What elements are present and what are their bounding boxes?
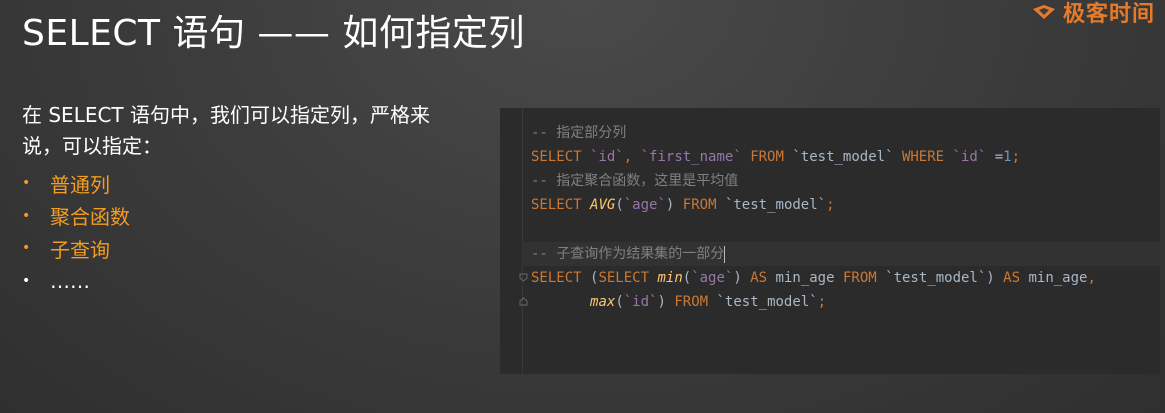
bullet-text: 子查询 (50, 237, 110, 262)
bullet-list: • 普通列 • 聚合函数 • 子查询 • …… (22, 167, 130, 297)
brand-name: 极客时间 (1062, 1, 1155, 26)
intro-text: 在 SELECT 语句中，我们可以指定列，严格来说，可以指定： (22, 103, 431, 158)
code-comment: -- 指定聚合函数，这里是平均值 (531, 173, 739, 189)
fold-marker-icon[interactable] (519, 273, 528, 282)
bullet-dot-icon: • (22, 207, 31, 224)
bullet-text: …… (50, 268, 90, 293)
bullet-text: 聚合函数 (50, 205, 130, 230)
bullet-item: • …… (22, 265, 130, 298)
text-caret (724, 245, 726, 263)
bullet-dot-icon: • (22, 272, 31, 289)
code-line[interactable]: SELECT (SELECT min(`age`) AS min_age FRO… (531, 266, 1160, 290)
brand-logo-icon (1032, 5, 1055, 19)
code-editor[interactable]: -- 指定部分列 SELECT `id`, `first_name` FROM … (500, 108, 1160, 374)
fold-marker-icon[interactable] (519, 297, 528, 306)
editor-gutter (522, 108, 523, 374)
bullet-dot-icon: • (22, 175, 31, 192)
code-line[interactable]: -- 指定聚合函数，这里是平均值 (531, 169, 1160, 193)
bullet-text: 普通列 (50, 172, 110, 197)
code-comment: -- 指定部分列 (531, 125, 627, 141)
code-line[interactable]: SELECT AVG(`age`) FROM `test_model`; (531, 193, 1160, 217)
code-line[interactable]: -- 指定部分列 (531, 121, 1160, 145)
bullet-item: • 普通列 (22, 167, 130, 200)
code-line[interactable]: max(`id`) FROM `test_model`; (531, 290, 1160, 314)
slide-title: SELECT 语句 —— 如何指定列 (22, 13, 525, 54)
code-line-current[interactable]: -- 子查询作为结果集的一部分 (522, 242, 1160, 266)
code-line[interactable]: SELECT `id`, `first_name` FROM `test_mod… (531, 145, 1160, 169)
brand-logo: 极客时间 (1031, 0, 1155, 28)
bullet-item: • 子查询 (22, 232, 130, 265)
code-comment: -- 子查询作为结果集的一部分 (531, 246, 725, 262)
bullet-item: • 聚合函数 (22, 200, 130, 233)
bullet-dot-icon: • (22, 240, 31, 257)
